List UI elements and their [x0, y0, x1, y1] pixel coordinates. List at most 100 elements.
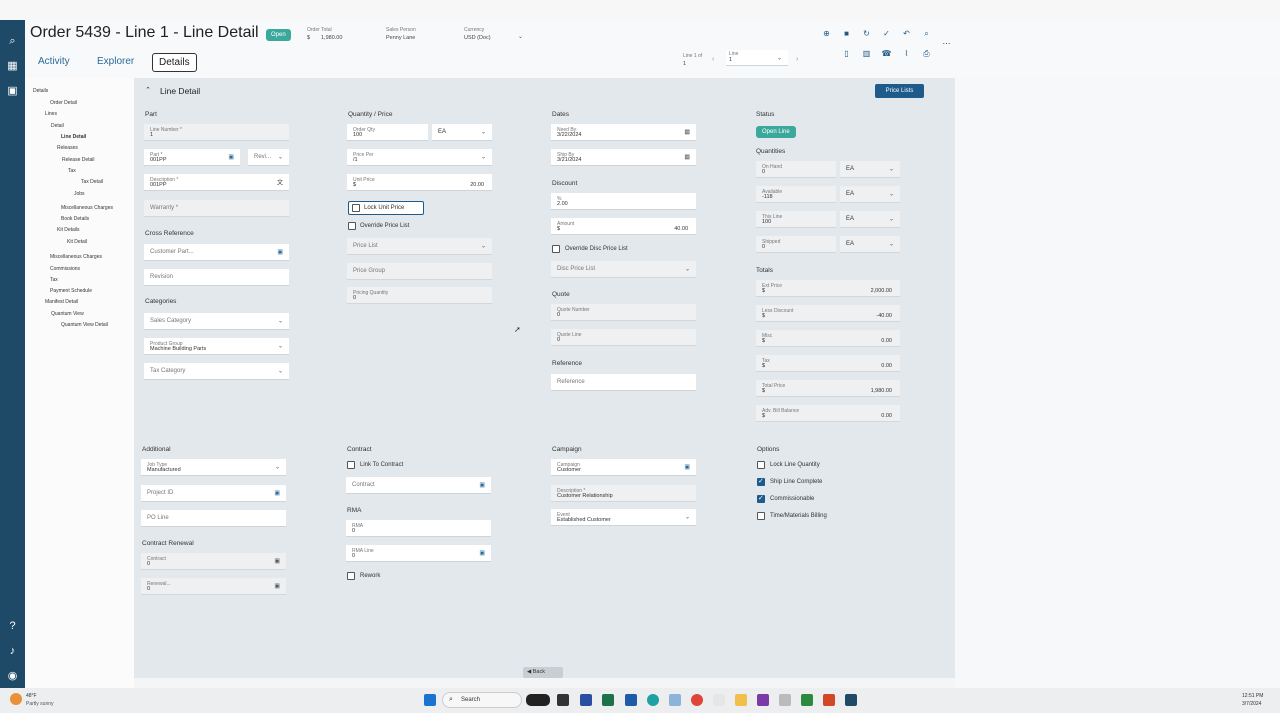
attachment-icon[interactable]: ⌇ — [901, 48, 912, 59]
available-uom-select[interactable]: EA ⌄ — [840, 186, 900, 203]
next-line-icon[interactable]: › — [796, 56, 798, 63]
tree-item-order-misc-charges[interactable]: Miscellaneous Charges — [50, 254, 102, 260]
tab-details[interactable]: Details — [152, 53, 197, 72]
undo-icon[interactable]: ↶ — [901, 28, 912, 39]
tree-item-tax-detail[interactable]: Tax Detail — [81, 179, 103, 185]
chevron-down-icon[interactable]: ⌄ — [518, 33, 523, 40]
tree-item-detail[interactable]: Detail — [51, 123, 64, 129]
warranty-field[interactable]: Warranty * — [144, 200, 289, 217]
part-field[interactable]: Part * 001PP ▣ — [144, 149, 240, 166]
task-view-icon[interactable] — [557, 694, 569, 706]
ship-line-complete-checkbox[interactable] — [757, 477, 765, 486]
app-icon[interactable] — [580, 694, 592, 706]
time-materials-billing-checkbox[interactable] — [757, 512, 765, 520]
contract-field[interactable]: Contract ▣ — [346, 477, 491, 494]
reference-field[interactable]: Reference — [551, 374, 696, 391]
search-icon[interactable]: ▣ — [684, 464, 690, 471]
add-icon[interactable]: ⊕ — [821, 28, 832, 39]
tree-item-line-detail[interactable]: Line Detail — [61, 134, 86, 140]
description-field[interactable]: Description * 001PP 文 — [144, 174, 289, 191]
search-icon[interactable]: ⌕ — [6, 35, 19, 48]
tree-item-manifest-detail[interactable]: Manifest Detail — [45, 299, 78, 305]
print-icon[interactable]: ⎙ — [921, 48, 932, 59]
tree-item-payment-schedule[interactable]: Payment Schedule — [50, 288, 92, 294]
override-price-list-checkbox[interactable] — [348, 222, 356, 230]
user-profile-icon[interactable]: ◉ — [6, 670, 19, 683]
collapse-chevron-icon[interactable]: ⌃ — [145, 86, 151, 94]
outlook-icon[interactable] — [625, 694, 637, 706]
tax-category-select[interactable]: Tax Category ⌄ — [144, 363, 289, 380]
need-by-field[interactable]: Need By 3/22/2024 ▦ — [551, 124, 696, 141]
taskbar-search[interactable]: ⌕ Search — [442, 692, 522, 708]
event-select[interactable]: Event Established Customer ⌄ — [551, 509, 696, 526]
edge-icon[interactable] — [647, 694, 659, 706]
price-lists-button[interactable]: Price Lists — [875, 84, 924, 98]
project-id-field[interactable]: Project ID ▣ — [141, 485, 286, 502]
tree-item-tax[interactable]: Tax — [68, 168, 76, 174]
translate-icon[interactable]: 文 — [277, 178, 283, 187]
link-to-contract-checkbox[interactable] — [347, 461, 355, 469]
powerpoint-icon[interactable] — [823, 694, 835, 706]
revision-select[interactable]: Revi... ⌄ — [248, 149, 289, 166]
discount-amount-field[interactable]: Amount $ 40.00 — [551, 218, 696, 235]
help-icon[interactable]: ? — [6, 620, 19, 633]
order-qty-field[interactable]: Order Qty 100 — [347, 124, 428, 141]
rework-checkbox[interactable] — [347, 572, 355, 580]
campaign-field[interactable]: Campaign Customer ▣ — [551, 459, 696, 476]
price-group-field[interactable]: Price Group — [347, 263, 492, 280]
tree-item-kit-details[interactable]: Kit Details — [57, 227, 80, 233]
currency-value[interactable]: USD (Doc) — [464, 35, 491, 41]
tree-item-order-tax[interactable]: Tax — [50, 277, 58, 283]
tree-item-order-detail[interactable]: Order Detail — [50, 100, 77, 106]
tree-item-kit-detail[interactable]: Kit Detail — [67, 239, 87, 245]
price-list-select[interactable]: Price List ⌄ — [347, 238, 492, 255]
app-icon[interactable] — [779, 694, 791, 706]
po-line-field[interactable]: PO Line — [141, 510, 286, 527]
app-icon[interactable] — [801, 694, 813, 706]
product-group-select[interactable]: Product Group Machine Building Parts ⌄ — [144, 338, 289, 355]
notification-bell-icon[interactable]: ♪ — [6, 645, 19, 658]
uom-select[interactable]: EA ⌄ — [432, 124, 492, 141]
tree-item-commissions[interactable]: Commissions — [50, 266, 80, 272]
this-line-uom-select[interactable]: EA ⌄ — [840, 211, 900, 228]
tree-item-release-detail[interactable]: Release Detail — [62, 157, 95, 163]
lock-unit-price-checkbox[interactable] — [352, 204, 360, 212]
price-per-select[interactable]: Price Per /1 ⌄ — [347, 149, 492, 166]
google-icon[interactable] — [713, 694, 725, 706]
tree-item-quantum-view[interactable]: Quantum View — [51, 311, 84, 317]
widget-icon[interactable] — [526, 694, 550, 706]
save-icon[interactable]: ■ — [841, 28, 852, 39]
calendar-icon[interactable]: ▦ — [684, 129, 690, 136]
tree-item-jobs[interactable]: Jobs — [74, 191, 85, 197]
revision-field[interactable]: Revision — [144, 269, 289, 286]
tab-activity[interactable]: Activity — [38, 56, 70, 67]
file-explorer-icon[interactable] — [735, 694, 747, 706]
check-icon[interactable]: ✓ — [881, 28, 892, 39]
search-icon[interactable]: ▣ — [274, 558, 280, 565]
tree-item-releases[interactable]: Releases — [57, 145, 78, 151]
unit-price-field[interactable]: Unit Price $ 20.00 — [347, 174, 492, 191]
search-icon[interactable]: ▣ — [277, 249, 283, 256]
tree-item-book-details[interactable]: Book Details — [61, 216, 89, 222]
tree-item-misc-charges[interactable]: Miscellaneous Charges — [61, 205, 113, 211]
search-icon[interactable]: ▣ — [479, 550, 485, 557]
rma-field[interactable]: RMA 0 — [346, 520, 491, 537]
on-hand-uom-select[interactable]: EA ⌄ — [840, 161, 900, 178]
tab-explorer[interactable]: Explorer — [97, 56, 134, 67]
calendar-icon[interactable]: ▦ — [684, 154, 690, 161]
back-button[interactable]: ◀ Back — [523, 667, 563, 678]
disc-price-list-select[interactable]: Disc Price List ⌄ — [551, 261, 696, 278]
previous-line-icon[interactable]: ‹ — [712, 56, 714, 63]
search-icon[interactable]: ▣ — [274, 583, 280, 590]
phone-icon[interactable]: ☎ — [881, 48, 892, 59]
refresh-icon[interactable]: ↻ — [861, 28, 872, 39]
sales-category-select[interactable]: Sales Category ⌄ — [144, 313, 289, 330]
job-type-select[interactable]: Job Type Manufactured ⌄ — [141, 459, 286, 476]
apps-grid-icon[interactable]: ▦ — [6, 60, 19, 73]
rma-line-field[interactable]: RMA Line 0 ▣ — [346, 545, 491, 562]
search-icon[interactable]: ▣ — [228, 154, 234, 161]
weather-icon[interactable] — [10, 693, 22, 705]
dashboard-icon[interactable]: ▣ — [6, 85, 19, 98]
search-icon[interactable]: ⌕ — [921, 28, 932, 39]
app-icon[interactable] — [669, 694, 681, 706]
